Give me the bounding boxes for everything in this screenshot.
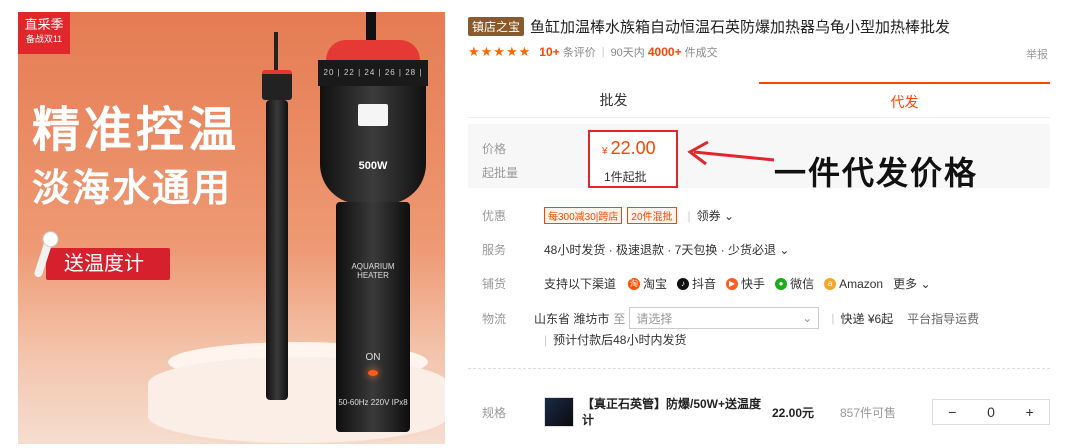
- ship-note-row: | 预计付款后48小时内发货: [544, 332, 687, 348]
- amazon-icon: a: [824, 277, 837, 290]
- taobao-icon: 淘: [628, 277, 641, 290]
- badge-line1: 直采季: [24, 17, 64, 32]
- quantity-stepper[interactable]: − 0 +: [932, 399, 1050, 425]
- promo-label: 优惠: [482, 209, 507, 223]
- gift-text: 送温度计: [64, 253, 144, 275]
- currency-symbol: ¥: [602, 146, 608, 157]
- thermometer-icon: [33, 233, 55, 279]
- sku-row: 规格 【真正石英管】防爆/50W+送温度计 22.00元 857件可售 − 0 …: [468, 396, 1050, 428]
- service-label: 服务: [482, 243, 507, 257]
- rating-row: ★★★★★ 10+ 条评价 | 90天内 4000+ 件成交: [468, 44, 718, 60]
- product-page: 直采季 备战双11 精准控温 淡海水通用 送温度计 20 | 22 | 24 |…: [0, 0, 1080, 448]
- sold-count: 4000+: [647, 45, 682, 59]
- promo-tag-mixed[interactable]: 20件混批: [627, 207, 677, 224]
- title-row: 镇店之宝 鱼缸加温棒水族箱自动恒温石英防爆加热器乌龟小型加热棒批发: [468, 16, 950, 37]
- wechat-icon: ●: [775, 277, 788, 290]
- service-row: 服务 48小时发货 · 极速退款 · 7天包换 · 少货必退 ⌄: [468, 241, 789, 258]
- moq-label: 起批量: [482, 166, 519, 180]
- price-label: 价格: [482, 142, 507, 156]
- small-heater-image: [262, 32, 292, 402]
- channel-taobao[interactable]: 淘淘宝: [628, 275, 667, 292]
- product-info-panel: 镇店之宝 鱼缸加温棒水族箱自动恒温石英防爆加热器乌龟小型加热棒批发 ★★★★★ …: [468, 0, 1068, 448]
- sku-name: 【真正石英管】防爆/50W+送温度计: [582, 397, 762, 427]
- channel-wechat[interactable]: ● 微信: [775, 275, 814, 292]
- coupon-dropdown[interactable]: 领券 ⌄: [697, 207, 734, 224]
- promo-badge: 直采季 备战双11: [18, 12, 70, 54]
- moq-value: 1件起批: [604, 170, 647, 184]
- ship-origin: 山东省 潍坊市: [534, 311, 610, 326]
- channel-kuaishou[interactable]: ▶ 快手: [726, 275, 765, 292]
- distribution-intro: 支持以下渠道: [544, 277, 617, 291]
- price-amount: 22.00: [610, 138, 656, 158]
- product-main-image[interactable]: 直采季 备战双11 精准控温 淡海水通用 送温度计 20 | 22 | 24 |…: [18, 12, 445, 444]
- badge-line2: 备战双11: [25, 34, 63, 44]
- increment-button[interactable]: +: [1010, 404, 1049, 420]
- heater-power: 500W: [358, 160, 388, 172]
- dropship-price-annotation: 一件代发价格: [774, 155, 979, 191]
- report-link[interactable]: 举报: [1026, 46, 1048, 62]
- review-count[interactable]: 10+: [539, 45, 559, 59]
- sku-thumbnail[interactable]: [544, 397, 574, 427]
- days-label: 90天内: [610, 47, 645, 59]
- express-fee: 快递 ¥6起: [840, 311, 894, 326]
- ship-to-label: 至: [613, 311, 626, 326]
- channel-douyin[interactable]: ♪ 抖音: [677, 275, 716, 292]
- shipping-guide-link[interactable]: 平台指导运费: [907, 310, 979, 327]
- image-subheadline: 淡海水通用: [32, 168, 233, 210]
- large-heater-image: 20 | 22 | 24 | 26 | 28 | 30 | 32 500W AQ…: [318, 12, 428, 432]
- destination-select[interactable]: 请选择 ⌄: [629, 307, 820, 329]
- product-title: 鱼缸加温棒水族箱自动恒温石英防爆加热器乌龟小型加热棒批发: [530, 18, 951, 36]
- quantity-input[interactable]: 0: [972, 404, 1011, 420]
- heater-led: [368, 370, 378, 376]
- purchase-mode-tabs: 批发 代发: [468, 82, 1050, 118]
- section-divider: [468, 368, 1050, 369]
- heater-brand: AQUARIUM HEATER: [351, 262, 395, 280]
- ship-note: 预计付款后48小时内发货: [553, 333, 687, 347]
- price-highlight-box: ¥22.00 1件起批: [588, 130, 678, 188]
- decrement-button[interactable]: −: [933, 404, 972, 420]
- promo-row: 优惠 每300减30|跨店 20件混批 | 领券 ⌄: [468, 207, 734, 224]
- destination-placeholder: 请选择: [636, 311, 673, 326]
- douyin-icon: ♪: [677, 277, 690, 290]
- heater-on-label: ON: [365, 352, 381, 363]
- logistics-label: 物流: [482, 311, 507, 326]
- heater-dial: 20 | 22 | 24 | 26 | 28 | 30 | 32: [318, 60, 428, 103]
- sku-label: 规格: [482, 405, 507, 420]
- image-headline: 精准控温: [32, 104, 241, 157]
- sku-stock: 857件可售: [840, 405, 897, 420]
- price-value: ¥22.00: [602, 138, 656, 159]
- tab-wholesale[interactable]: 批发: [468, 82, 759, 117]
- promo-tag-discount[interactable]: 每300减30|跨店: [544, 207, 623, 224]
- chevron-down-icon: ⌄: [802, 311, 813, 325]
- sold-label: 件成交: [684, 47, 718, 59]
- heater-spec: 50-60Hz 220V IPx8: [338, 398, 408, 407]
- service-text[interactable]: 48小时发货 · 极速退款 · 7天包换 · 少货必退 ⌄: [544, 241, 789, 258]
- distribution-row: 铺货 支持以下渠道 淘淘宝 ♪ 抖音 ▶ 快手 ● 微信 a Amazon 更多 ⌄: [468, 275, 931, 292]
- shop-tag: 镇店之宝: [468, 17, 525, 36]
- kuaishou-icon: ▶: [726, 277, 739, 290]
- rating-stars-icon: ★★★★★: [468, 44, 532, 59]
- channel-amazon[interactable]: a Amazon: [824, 277, 883, 291]
- arrow-left-icon: [687, 140, 775, 166]
- logistics-row: 物流 山东省 潍坊市 至 请选择 ⌄ | 快递 ¥6起 平台指导运费: [468, 307, 979, 329]
- gift-banner: 送温度计: [33, 233, 170, 280]
- distribution-label: 铺货: [482, 277, 507, 291]
- tab-dropship[interactable]: 代发: [759, 82, 1050, 117]
- sku-price: 22.00元: [772, 405, 815, 420]
- review-label[interactable]: 条评价: [563, 44, 596, 60]
- more-channels-dropdown[interactable]: 更多 ⌄: [893, 275, 930, 292]
